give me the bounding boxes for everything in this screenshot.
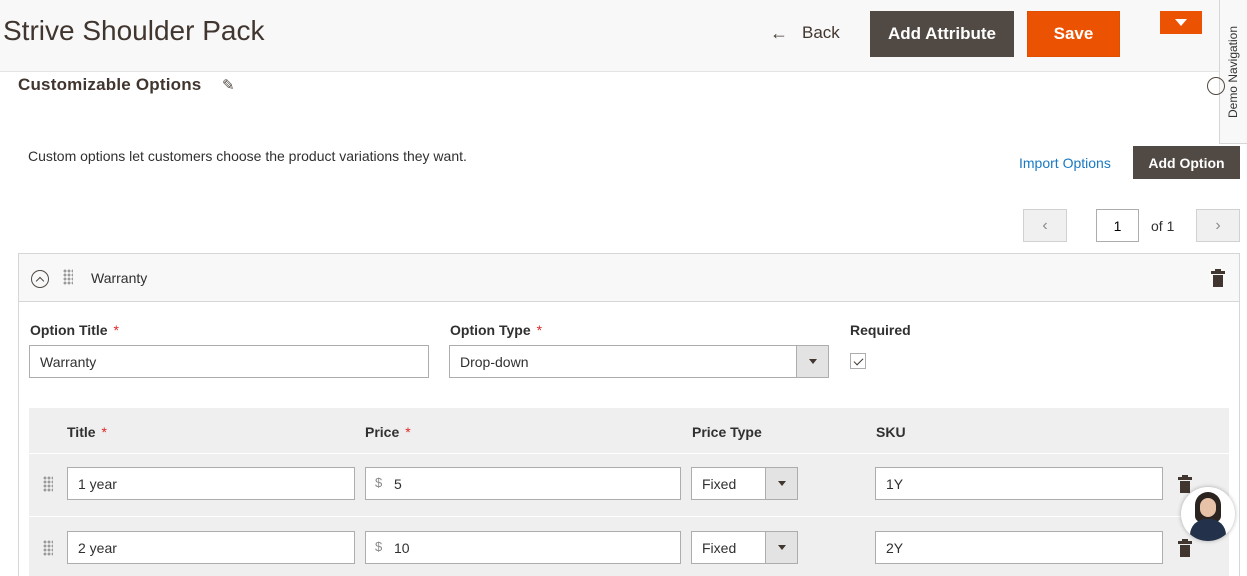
value-price-type-select[interactable]: Fixed [691,467,798,500]
value-sku-input[interactable]: 2Y [875,531,1163,564]
save-button[interactable]: Save [1027,11,1120,57]
option-header: Warranty [19,254,1239,302]
option-type-value: Drop-down [460,354,529,370]
column-header-price: Price * [365,424,411,440]
trash-icon[interactable] [1178,475,1192,493]
option-name: Warranty [91,270,148,286]
value-title-input[interactable]: 2 year [67,531,355,564]
column-header-title: Title * [67,424,107,440]
currency-symbol: $ [375,475,383,490]
currency-symbol: $ [375,539,383,554]
column-header-price-type: Price Type [692,424,762,440]
option-panel: Warranty Option Title * Warranty Option T… [18,253,1240,576]
collapse-section-icon[interactable] [1207,77,1225,95]
collapse-option-icon[interactable] [31,270,49,288]
value-price-type-select[interactable]: Fixed [691,531,798,564]
option-title-label: Option Title * [30,322,119,338]
section-title: Customizable Options [18,75,202,94]
back-button[interactable]: ← Back [770,20,840,46]
pager-prev-button[interactable]: ‹ [1023,209,1067,242]
back-label: Back [802,23,840,42]
row-drag-handle-icon[interactable] [43,540,53,556]
add-attribute-button[interactable]: Add Attribute [870,11,1014,57]
trash-icon[interactable] [1178,539,1192,557]
price-type-value: Fixed [702,540,737,556]
chat-assistant-avatar[interactable] [1181,487,1235,541]
pager-page-input[interactable] [1096,209,1139,242]
select-arrow-icon [765,532,797,563]
arrow-left-icon: ← [770,22,788,43]
section-description: Custom options let customers choose the … [28,148,467,164]
pencil-icon[interactable]: ✎ [222,76,235,94]
chevron-right-icon: › [1215,216,1221,234]
pager-total: of 1 [1151,218,1175,234]
option-values-table: Title * Price * Price Type SKU 1 year 5 $ … [29,408,1229,576]
price-type-value: Fixed [702,476,737,492]
save-options-toggle[interactable] [1160,11,1202,34]
checkmark-icon [853,355,863,365]
page-header: Strive Shoulder Pack ← Back Add Attribut… [0,0,1247,72]
value-price-input[interactable]: 5 [365,467,681,500]
option-type-select[interactable]: Drop-down [449,345,829,378]
option-type-label: Option Type * [450,322,543,338]
option-title-input[interactable]: Warranty [29,345,429,378]
required-label: Required [850,322,911,338]
value-price-input[interactable]: 10 [365,531,681,564]
demo-navigation-label: Demo Navigation [1226,25,1241,118]
pager-next-button[interactable]: › [1196,209,1240,242]
caret-down-icon [1175,19,1187,26]
trash-icon[interactable] [1211,269,1225,287]
column-header-sku: SKU [876,424,906,440]
value-sku-input[interactable]: 1Y [875,467,1163,500]
import-options-link[interactable]: Import Options [1019,155,1111,171]
chevron-left-icon: ‹ [1042,216,1048,234]
row-drag-handle-icon[interactable] [43,476,53,492]
select-arrow-icon [796,346,828,377]
required-checkbox[interactable] [850,353,866,369]
page-title: Strive Shoulder Pack [3,15,265,46]
drag-handle-icon[interactable] [63,269,73,285]
value-title-input[interactable]: 1 year [67,467,355,500]
demo-navigation-tab[interactable]: Demo Navigation [1219,0,1247,144]
select-arrow-icon [765,468,797,499]
add-option-button[interactable]: Add Option [1133,146,1240,179]
